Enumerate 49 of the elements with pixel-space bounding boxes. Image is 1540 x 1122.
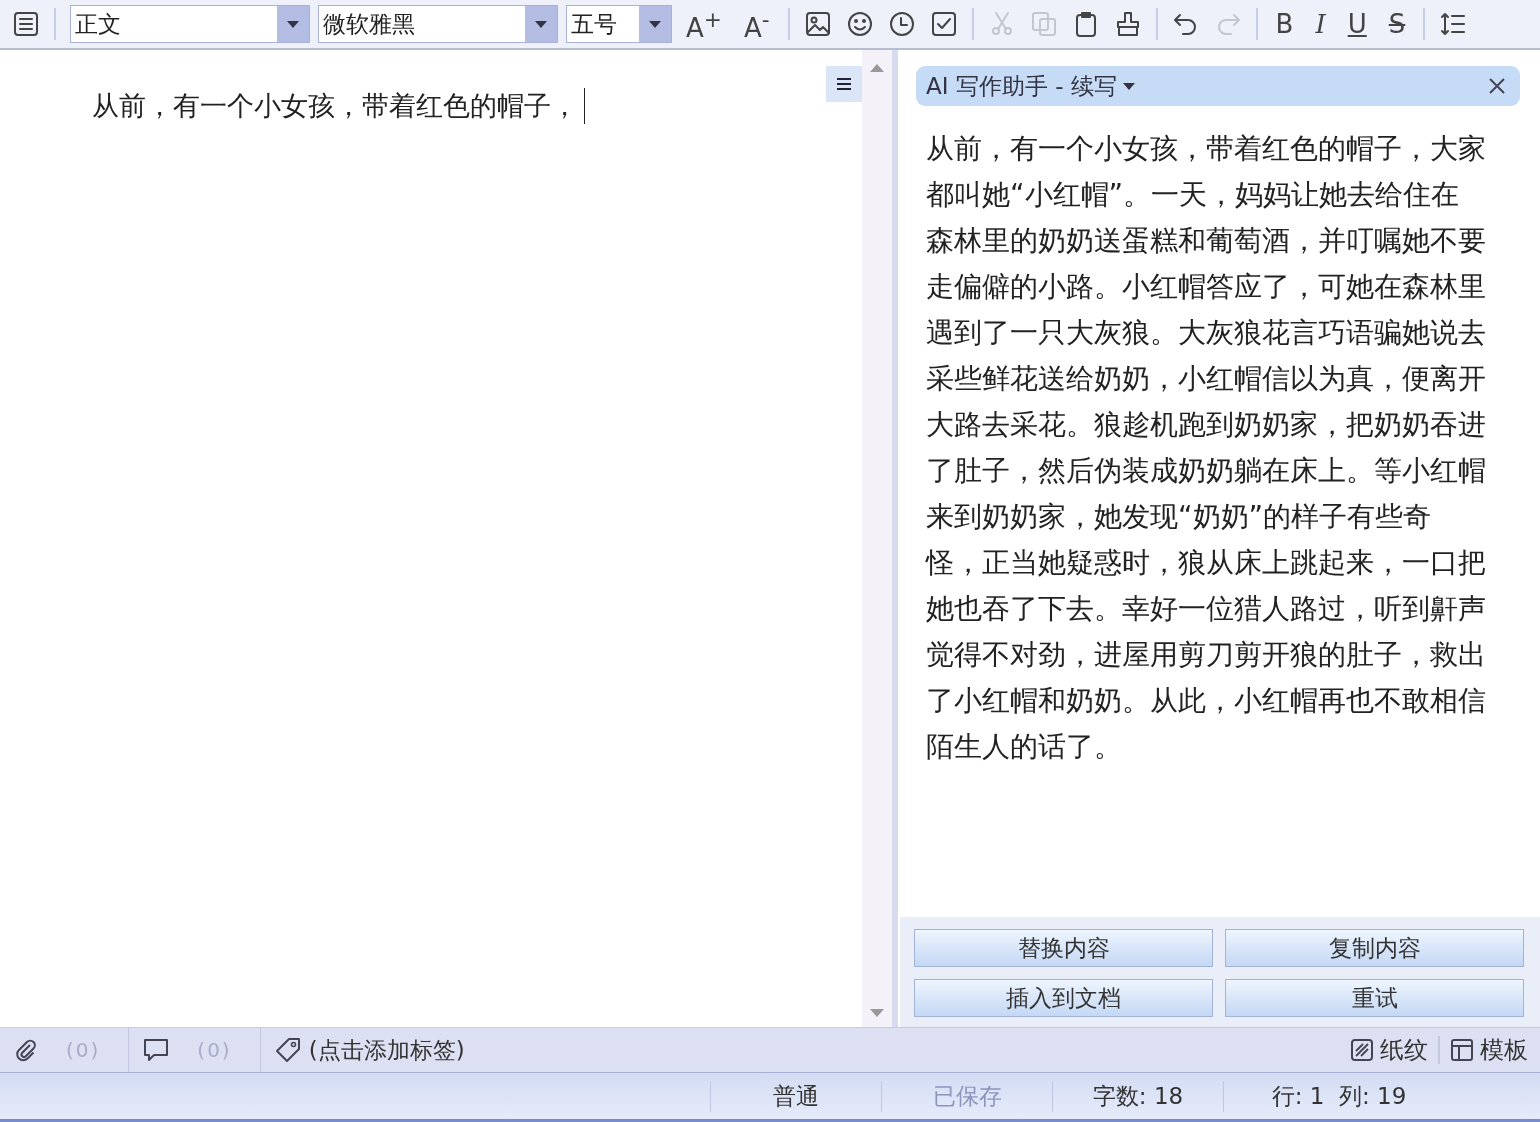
tag-icon[interactable] <box>274 1037 301 1063</box>
text-cursor <box>584 88 585 124</box>
scrollbar[interactable] <box>861 50 898 1027</box>
dropdown-value: 正文 <box>74 10 122 39</box>
template-button[interactable]: 模板 <box>1446 1034 1532 1066</box>
format-button[interactable]: I <box>1311 9 1330 39</box>
format-button[interactable]: A$^{-}$ <box>739 5 774 43</box>
image-icon[interactable] <box>803 10 832 38</box>
clock-icon[interactable] <box>887 10 916 38</box>
smiley-icon[interactable] <box>845 10 874 38</box>
format-button[interactable]: S <box>1384 9 1410 39</box>
menu-icon <box>835 78 852 90</box>
status-text: 字数: 18 <box>1052 1080 1223 1112</box>
document-area[interactable]: 从前，有一个小女孩，带着红色的帽子， <box>0 50 826 1027</box>
close-icon[interactable] <box>1488 77 1506 95</box>
scroll-down-icon[interactable] <box>869 1009 884 1017</box>
status-text: 行: 1 列: 19 <box>1223 1080 1454 1112</box>
outline-button[interactable] <box>826 66 862 102</box>
format-button[interactable]: B <box>1271 9 1298 39</box>
caret-icon[interactable] <box>525 6 557 42</box>
format-button[interactable]: A$^{+}$ <box>682 5 726 43</box>
paper-texture-button[interactable]: 纸纹 <box>1346 1034 1432 1066</box>
tag-field[interactable]: (点击添加标签) <box>308 1034 465 1066</box>
action-button[interactable]: 替换内容 <box>914 929 1213 967</box>
status-text: 普通 <box>710 1080 881 1112</box>
dropdown-value: 微软雅黑 <box>322 10 416 39</box>
caret-icon[interactable] <box>277 6 309 42</box>
scroll-up-icon[interactable] <box>869 64 884 72</box>
paperclip-icon[interactable] <box>14 1038 38 1062</box>
line-spacing-icon[interactable] <box>1439 10 1468 38</box>
format-button[interactable]: U <box>1343 9 1371 39</box>
caret-icon[interactable] <box>639 6 671 42</box>
dropdown-value: 五号 <box>570 10 618 39</box>
hatch-icon <box>1350 1038 1374 1062</box>
dropdown[interactable]: 五号 <box>566 5 672 43</box>
action-button[interactable]: 重试 <box>1225 979 1524 1017</box>
comment-icon[interactable] <box>143 1038 170 1062</box>
layout-icon <box>1450 1038 1474 1062</box>
menu-icon[interactable] <box>12 10 40 38</box>
dropdown[interactable]: 微软雅黑 <box>318 5 558 43</box>
action-button[interactable]: 插入到文档 <box>914 979 1213 1017</box>
dropdown[interactable]: 正文 <box>70 5 310 43</box>
checkbox-icon[interactable] <box>929 10 958 38</box>
assistant-title[interactable]: AI 写作助手 - 续写 <box>926 70 1117 102</box>
document-text: 从前，有一个小女孩，带着红色的帽子， <box>92 89 578 123</box>
status-text: 已保存 <box>881 1080 1052 1112</box>
caret-icon[interactable] <box>1122 82 1135 90</box>
action-button[interactable]: 复制内容 <box>1225 929 1524 967</box>
generated-text: 从前，有一个小女孩，带着红色的帽子，大家都叫她“小红帽”。一天，妈妈让她去给住在森林里的奶奶送蛋糕和葡萄酒，并叮嘱她不要走偏僻的小路。小红帽答应了，可她在森林里遇到了一只大灰狼。大灰狼花言巧语骗她说去采些鲜花送给奶奶，小红帽信以为真，便离开大路去采花。狼趁机跑到奶奶家，把奶奶吞进了肚子，然后伪装成奶奶躺在床上。等小红帽来到奶奶家，她发现“奶奶”的样子有些奇怪，正当她疑惑时，狼从床上跳起来，一口把她也吞了下去。幸好一位猎人路过，听到鼾声觉得不对劲，进屋用剪刀剪开狼的肚子，救出了小红帽和奶奶。从此，小红帽再也不敢相信陌生人的话了。 <box>926 131 1486 765</box>
